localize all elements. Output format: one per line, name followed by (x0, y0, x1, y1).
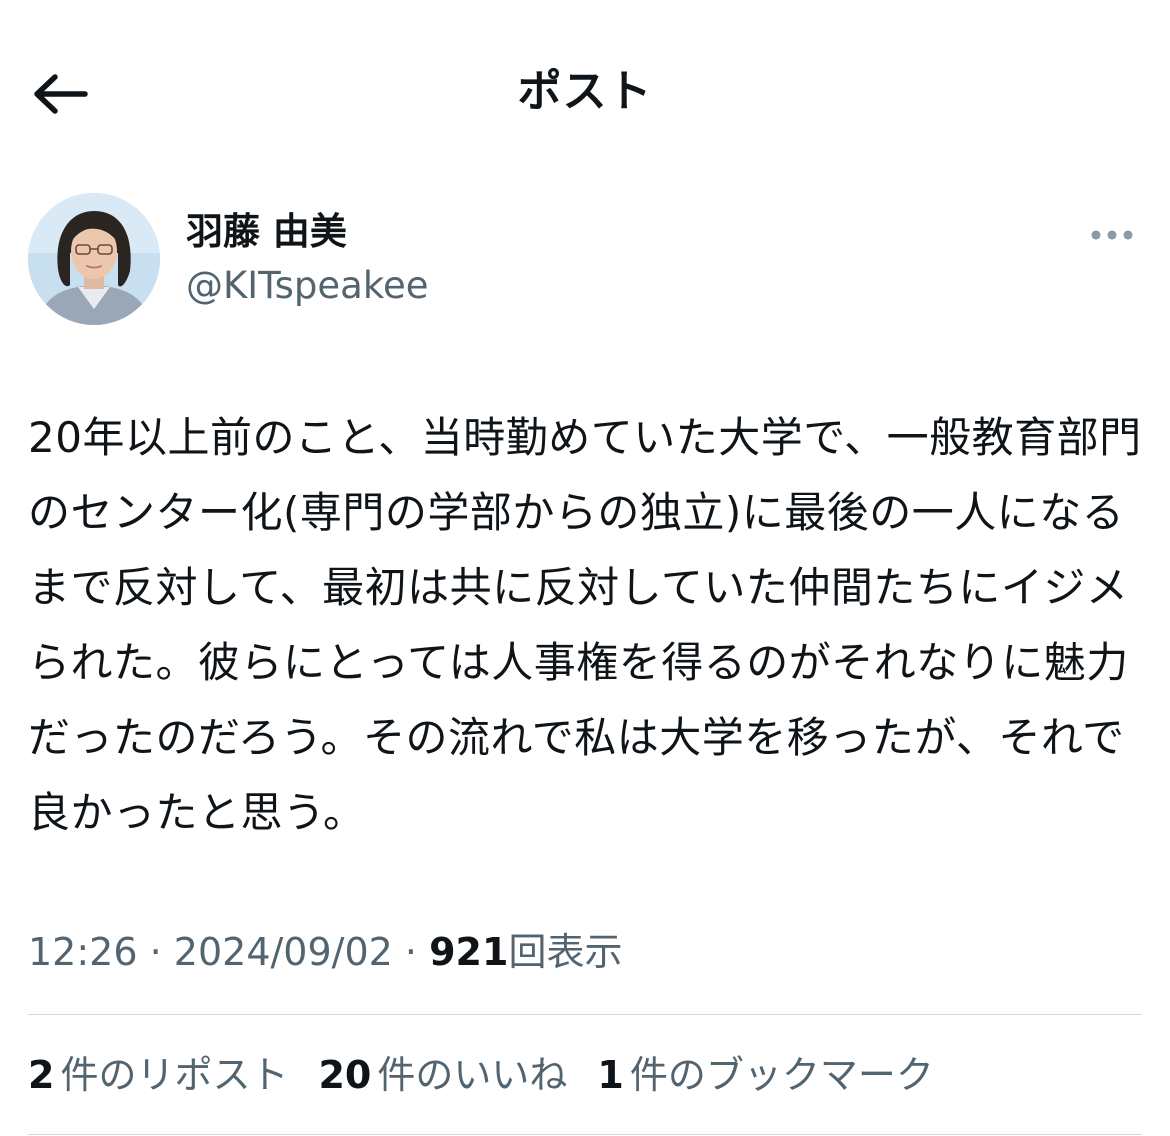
display-name[interactable]: 羽藤 由美 (186, 207, 347, 257)
divider (28, 1134, 1142, 1135)
views-label: 回表示 (508, 930, 623, 974)
more-options-button[interactable] (1082, 219, 1142, 251)
post-author: 羽藤 由美 @KITspeakee (28, 193, 1142, 327)
engagement-stats: 2 件のリポスト 20 件のいいね 1 件のブックマーク (28, 1046, 934, 1104)
bookmarks-stat[interactable]: 1 件のブックマーク (597, 1046, 933, 1104)
post-date[interactable]: 2024/09/02 (174, 930, 393, 974)
meta-separator: · (149, 930, 162, 974)
user-handle[interactable]: @KITspeakee (186, 261, 429, 311)
reposts-count: 2 (28, 1053, 55, 1097)
divider (28, 1014, 1142, 1015)
bookmarks-count: 1 (597, 1053, 624, 1097)
reposts-label: 件のリポスト (60, 1053, 289, 1097)
reposts-stat[interactable]: 2 件のリポスト (28, 1046, 288, 1104)
meta-separator: · (404, 930, 418, 974)
avatar[interactable] (28, 193, 160, 325)
post-time: 12:26 (28, 930, 138, 974)
more-horizontal-icon (1091, 230, 1133, 240)
page-title: ポスト (517, 66, 653, 117)
views-count: 921 (429, 930, 509, 974)
likes-label: 件のいいね (377, 1053, 568, 1097)
top-bar: ポスト (0, 0, 1170, 180)
post-body-text: 20年以上前のこと、当時勤めていた大学で、一般教育部門のセンター化(専門の学部か… (28, 413, 1142, 837)
likes-count: 20 (318, 1053, 372, 1097)
avatar-image (28, 193, 160, 325)
bookmarks-label: 件のブックマーク (629, 1053, 934, 1097)
likes-stat[interactable]: 20 件のいいね (318, 1046, 567, 1104)
post-meta: 12:26 · 2024/09/02 · 921回表示 (28, 924, 622, 980)
